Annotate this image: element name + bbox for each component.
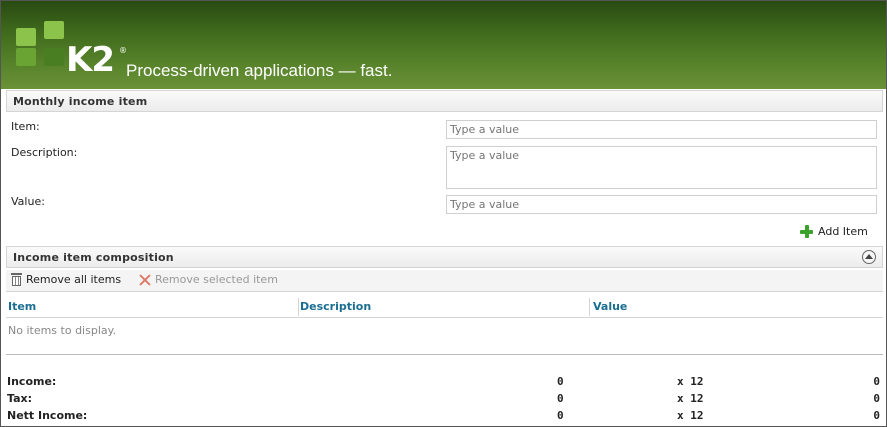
value-field-label: Value: (11, 195, 45, 208)
value-input[interactable] (446, 195, 877, 214)
empty-grid-message: No items to display. (8, 324, 117, 337)
summary-row-income: Income: 0 x 12 0 (1, 375, 886, 391)
summary-row-tax: Tax: 0 x 12 0 (1, 392, 886, 408)
add-item-label: Add Item (818, 224, 868, 238)
summary-label: Income: (7, 375, 57, 388)
column-header-description[interactable]: Description (300, 300, 371, 313)
summary-label: Nett Income: (7, 409, 88, 422)
summary-total: 0 (873, 375, 880, 388)
brand-logo-text: K2 (66, 40, 115, 80)
trash-icon (11, 273, 22, 286)
summary-amount: 0 (557, 375, 564, 388)
trademark-mark: ® (119, 46, 127, 55)
column-header-item[interactable]: Item (8, 300, 36, 313)
composition-toolbar: Remove all items Remove selected item (6, 270, 883, 292)
monthly-income-section-header: Monthly income item (6, 90, 883, 112)
section-title: Income item composition (13, 251, 174, 264)
remove-all-items-button[interactable]: Remove all items (11, 273, 121, 286)
delete-x-icon (139, 274, 151, 286)
summary-label: Tax: (7, 392, 33, 405)
column-divider (589, 298, 590, 316)
chevron-up-icon (865, 254, 873, 259)
summary-amount: 0 (557, 392, 564, 405)
header-banner: K2 ® Process-driven applications — fast. (1, 1, 886, 89)
column-divider (298, 298, 299, 316)
grid-bottom-border (6, 354, 883, 355)
remove-selected-item-button[interactable]: Remove selected item (139, 273, 278, 286)
summary-multiplier: x 12 (677, 375, 704, 388)
logo-square (44, 21, 64, 39)
plus-icon (800, 224, 813, 238)
section-title: Monthly income item (13, 95, 148, 108)
description-field-label: Description: (11, 146, 78, 159)
column-header-value[interactable]: Value (593, 300, 627, 313)
logo-square (16, 28, 36, 46)
remove-all-label: Remove all items (26, 273, 122, 286)
grid-header-row: Item Description Value (6, 296, 883, 318)
item-field-label: Item: (11, 120, 40, 133)
summary-multiplier: x 12 (677, 392, 704, 405)
summary-total: 0 (873, 392, 880, 405)
app-window: K2 ® Process-driven applications — fast.… (0, 0, 887, 427)
logo-square (44, 48, 64, 66)
brand-tagline: Process-driven applications — fast. (126, 61, 393, 80)
remove-selected-label: Remove selected item (155, 273, 278, 286)
summary-multiplier: x 12 (677, 409, 704, 422)
summary-total: 0 (873, 409, 880, 422)
collapse-button[interactable] (862, 250, 876, 264)
summary-amount: 0 (557, 409, 564, 422)
item-input[interactable] (446, 120, 877, 139)
description-input[interactable] (446, 146, 877, 189)
composition-section-header: Income item composition (6, 246, 883, 268)
add-item-button[interactable]: Add Item (800, 223, 868, 239)
logo-square (16, 48, 36, 66)
summary-row-nett-income: Nett Income: 0 x 12 0 (1, 409, 886, 425)
